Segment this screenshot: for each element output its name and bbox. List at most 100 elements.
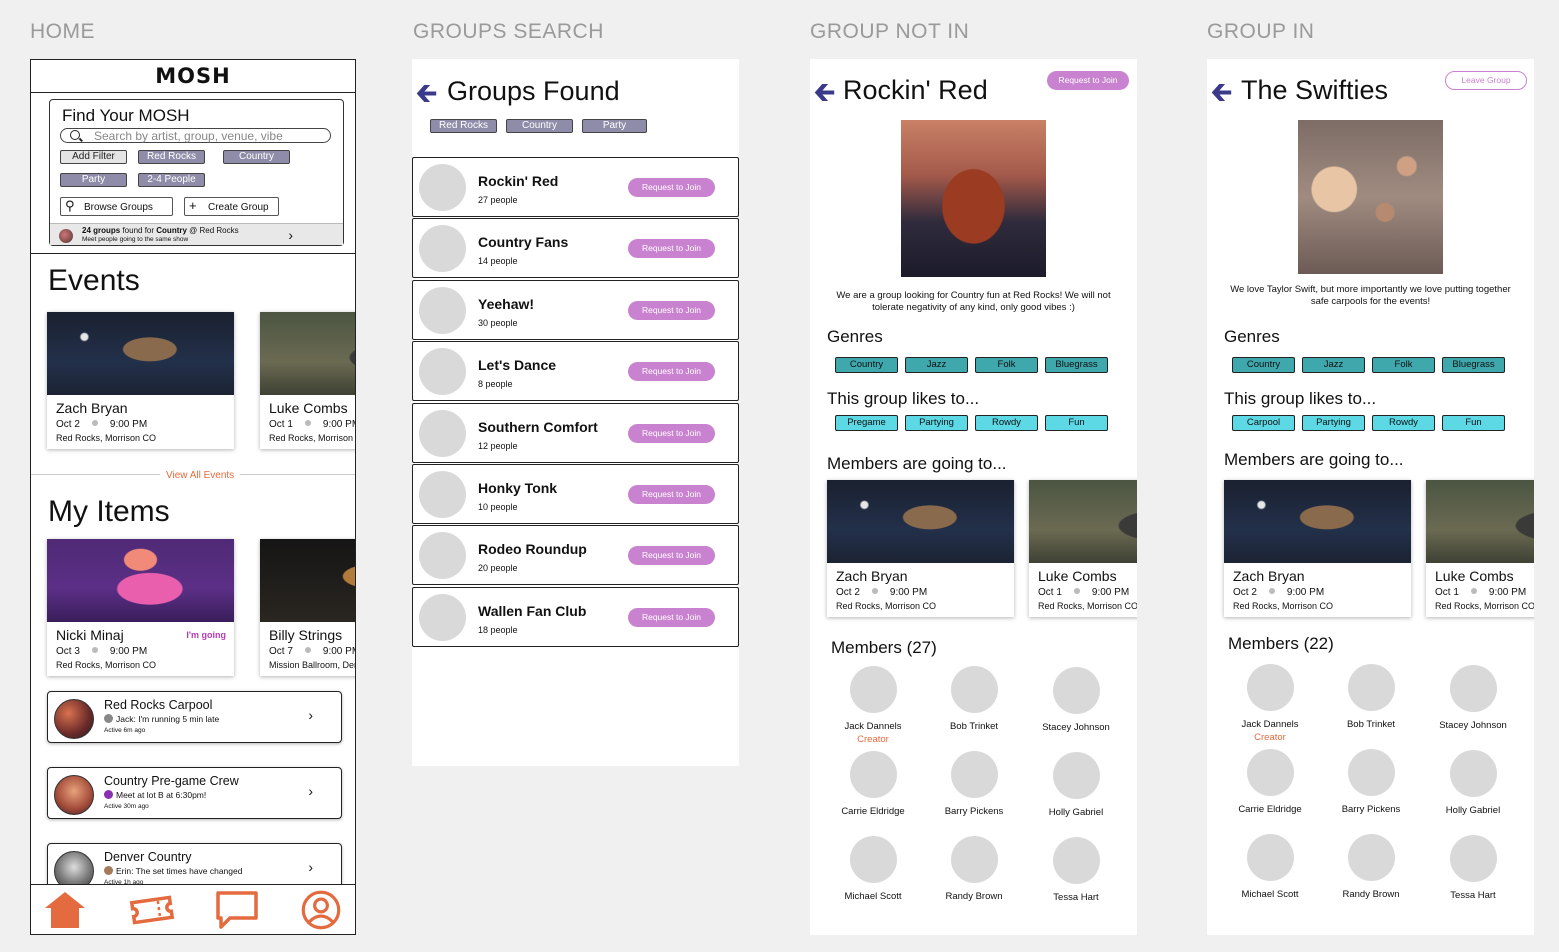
member-item[interactable]: Stacey Johnson	[1425, 665, 1521, 731]
member-avatar	[950, 751, 998, 798]
browse-groups-button[interactable]: ⚲ Browse Groups	[60, 197, 173, 216]
add-filter-button[interactable]: Add Filter	[60, 150, 127, 164]
event-card-zach-bryan[interactable]: Zach Bryan Oct 2 9:00 PM Red Rocks, Morri…	[47, 312, 234, 449]
event-card-luke-combs[interactable]: Luke Combs Oct 19:00 PM Red Rocks, Morri…	[260, 312, 355, 449]
member-item[interactable]: Randy Brown	[1323, 834, 1419, 900]
column-label-groups-search: GROUPS SEARCH	[413, 20, 604, 43]
group-row[interactable]: Southern Comfort 12 people Request to Join	[412, 402, 739, 463]
event-image	[827, 480, 1014, 563]
item-card-nicki-minaj[interactable]: Nicki Minaj I'm going Oct 3 9:00 PM Red R…	[47, 539, 234, 676]
request-to-join-button[interactable]: Request to Join	[628, 300, 715, 320]
back-arrow-icon[interactable]: 🡰	[814, 74, 835, 118]
group-row[interactable]: Let's Dance 8 people Request to Join	[412, 341, 739, 402]
group-row[interactable]: Honky Tonk 10 people Request to Join	[412, 464, 739, 524]
member-item[interactable]: Carrie Eldridge	[825, 751, 921, 817]
find-title: Find Your MOSH	[62, 106, 190, 125]
chat-card-country-pregame-crew[interactable]: Country Pre-game Crew Meet at lot B at 6…	[47, 767, 342, 819]
group-avatar	[419, 409, 466, 457]
group-avatar	[419, 225, 466, 273]
member-item[interactable]: Bob Trinket	[926, 666, 1022, 732]
member-item[interactable]: Stacey Johnson	[1028, 667, 1124, 733]
member-item[interactable]: Bob Trinket	[1323, 664, 1419, 730]
creator-badge: Creator	[1254, 732, 1286, 743]
group-avatar	[419, 286, 466, 334]
request-to-join-button[interactable]: Request to Join	[628, 607, 715, 627]
filter-chip-red-rocks[interactable]: Red Rocks	[430, 119, 497, 133]
filter-chip-red-rocks[interactable]: Red Rocks	[138, 150, 205, 164]
request-to-join-button[interactable]: Request to Join	[1047, 71, 1129, 90]
groups-found-banner[interactable]: 24 groups found for Country @ Red Rocks …	[50, 223, 343, 245]
back-arrow-icon[interactable]: 🡰	[1211, 74, 1232, 118]
like-chip: Partying	[1302, 415, 1365, 431]
member-item[interactable]: Barry Pickens	[926, 751, 1022, 817]
filter-chip-party[interactable]: Party	[60, 173, 127, 187]
event-card-zach-bryan[interactable]: Zach Bryan Oct 2 9:00 PM Red Rocks, Morri…	[827, 480, 1014, 617]
like-chip: Partying	[905, 415, 968, 431]
group-avatar	[419, 593, 466, 641]
member-item[interactable]: Tessa Hart	[1425, 835, 1521, 901]
member-item[interactable]: Jack Dannels Creator	[825, 666, 921, 745]
create-group-button[interactable]: + Create Group	[184, 197, 279, 216]
request-to-join-button[interactable]: Request to Join	[628, 485, 715, 504]
group-in-screen: 🡰 The Swifties Leave Group We love Taylo…	[1207, 59, 1534, 935]
member-item[interactable]: Randy Brown	[926, 836, 1022, 902]
member-item[interactable]: Michael Scott	[1222, 834, 1318, 900]
genre-chip: Jazz	[1302, 357, 1365, 373]
member-item[interactable]: Barry Pickens	[1323, 749, 1419, 815]
chat-card-red-rocks-carpool[interactable]: Red Rocks Carpool Jack: I'm running 5 mi…	[47, 691, 342, 743]
event-image	[260, 539, 355, 622]
request-to-join-button[interactable]: Request to Join	[628, 423, 715, 443]
back-arrow-icon[interactable]: 🡰	[416, 75, 437, 119]
group-avatar	[59, 229, 73, 243]
leave-group-button[interactable]: Leave Group	[1445, 71, 1527, 90]
creator-badge: Creator	[857, 734, 889, 745]
filter-chip-country[interactable]: Country	[506, 119, 573, 133]
member-name: Barry Pickens	[1341, 804, 1401, 815]
ticket-icon[interactable]	[129, 890, 175, 930]
home-icon[interactable]	[43, 890, 87, 930]
group-row[interactable]: Yeehaw! 30 people Request to Join	[412, 279, 739, 340]
filter-chip-people[interactable]: 2-4 People	[138, 173, 205, 187]
event-card-luke-combs[interactable]: Luke Combs Oct 19:00 PM Red Rocks, Morri…	[1426, 480, 1534, 617]
group-row[interactable]: Rodeo Roundup 20 people Request to Join	[412, 525, 739, 586]
group-name: Southern Comfort	[478, 418, 598, 435]
request-to-join-button[interactable]: Request to Join	[628, 546, 715, 566]
groups-search-screen: 🡰 Groups Found Red Rocks Country Party R…	[412, 59, 739, 766]
group-row[interactable]: Country Fans 14 people Request to Join	[412, 218, 739, 279]
filter-chip-party[interactable]: Party	[582, 119, 647, 133]
member-name: Michael Scott	[844, 891, 902, 902]
group-row[interactable]: Wallen Fan Club 18 people Request to Join	[412, 586, 739, 647]
event-image	[47, 312, 234, 395]
member-item[interactable]: Holly Gabriel	[1425, 750, 1521, 816]
chat-icon[interactable]	[215, 890, 259, 930]
search-input[interactable]: Search by artist, group, venue, vibe	[60, 128, 331, 143]
member-item[interactable]: Michael Scott	[825, 836, 921, 902]
profile-icon[interactable]	[299, 890, 343, 930]
event-card-zach-bryan[interactable]: Zach Bryan Oct 2 9:00 PM Red Rocks, Morri…	[1224, 480, 1411, 617]
group-row[interactable]: Rockin' Red 27 people Request to Join	[412, 157, 739, 217]
member-item[interactable]: Carrie Eldridge	[1222, 749, 1318, 815]
group-member-count: 12 people	[478, 440, 518, 451]
group-member-count: 20 people	[478, 563, 518, 574]
member-avatar	[1052, 752, 1100, 799]
group-description: We love Taylor Swift, but more important…	[1230, 284, 1511, 307]
member-name: Jack Dannels	[844, 721, 902, 732]
member-item[interactable]: Tessa Hart	[1028, 837, 1124, 903]
member-name: Carrie Eldridge	[841, 806, 905, 817]
like-chip: Pregame	[835, 415, 898, 431]
member-avatar	[950, 666, 998, 713]
item-card-billy-strings[interactable]: Billy Strings Oct 79:00 PM Mission Ballr…	[260, 539, 355, 676]
view-all-events-link[interactable]: View All Events	[160, 470, 241, 481]
event-card-luke-combs[interactable]: Luke Combs Oct 19:00 PM Red Rocks, Morri…	[1029, 480, 1137, 617]
group-avatar	[419, 471, 466, 518]
column-label-group-in: GROUP IN	[1207, 20, 1315, 43]
request-to-join-button[interactable]: Request to Join	[628, 362, 715, 382]
member-item[interactable]: Jack Dannels Creator	[1222, 664, 1318, 743]
group-name: Rockin' Red	[478, 173, 559, 189]
member-item[interactable]: Holly Gabriel	[1028, 752, 1124, 818]
request-to-join-button[interactable]: Request to Join	[628, 178, 715, 197]
group-member-count: 8 people	[478, 379, 513, 390]
request-to-join-button[interactable]: Request to Join	[628, 239, 715, 259]
genre-chip: Bluegrass	[1045, 357, 1108, 373]
filter-chip-country[interactable]: Country	[223, 150, 290, 164]
